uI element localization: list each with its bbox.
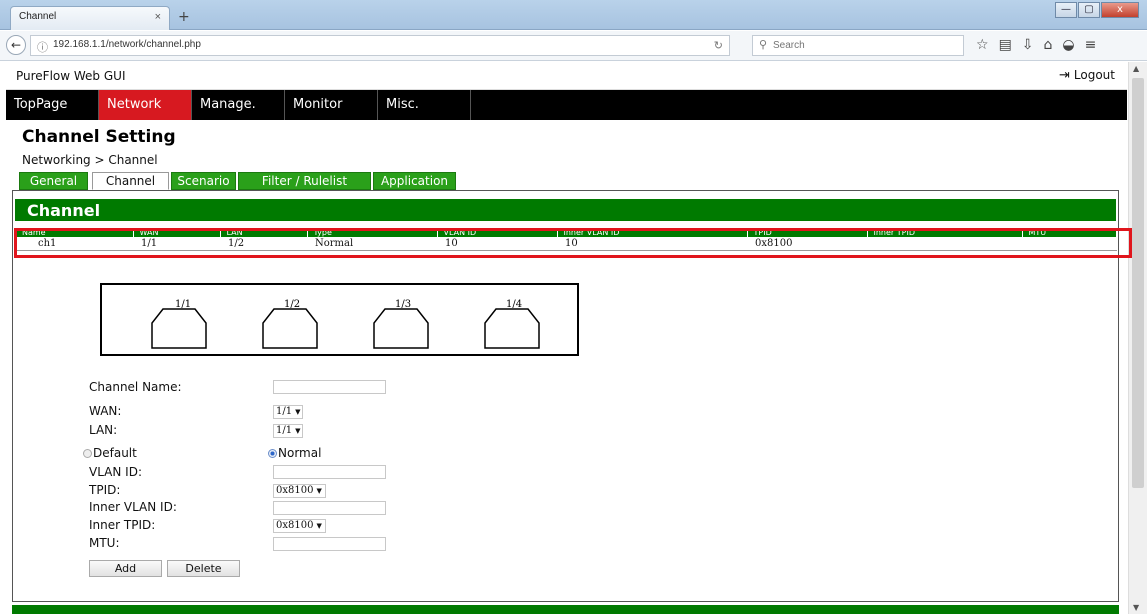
logout-label: Logout bbox=[1073, 68, 1115, 82]
type-default-label: Default bbox=[93, 446, 137, 460]
reading-list-icon[interactable]: ▤ bbox=[999, 37, 1012, 53]
breadcrumb: Networking > Channel bbox=[22, 153, 158, 167]
tab-scenario[interactable]: Scenario bbox=[171, 172, 236, 190]
port-1-1[interactable]: 1/1 bbox=[149, 299, 209, 351]
inner-tpid-label: Inner TPID: bbox=[89, 518, 156, 532]
browser-tab[interactable]: Channel × bbox=[10, 6, 170, 30]
page-title: Channel Setting bbox=[22, 127, 176, 147]
maximize-button[interactable]: ▢ bbox=[1078, 2, 1100, 18]
info-icon[interactable]: ⓘ bbox=[37, 39, 48, 55]
port-1-2[interactable]: 1/2 bbox=[260, 299, 320, 351]
chevron-down-icon: ▼ bbox=[316, 522, 322, 530]
home-icon[interactable]: ⌂ bbox=[1044, 37, 1053, 53]
vlan-id-input[interactable] bbox=[273, 465, 386, 479]
app-header: PureFlow Web GUI ⇥ Logout bbox=[6, 62, 1127, 90]
app-title: PureFlow Web GUI bbox=[16, 69, 126, 83]
tab-channel[interactable]: Channel bbox=[92, 172, 169, 190]
back-arrow-icon[interactable]: ← bbox=[6, 35, 26, 55]
logout-icon: ⇥ bbox=[1059, 68, 1070, 83]
reload-icon[interactable]: ↻ bbox=[714, 39, 723, 52]
chevron-down-icon: ▼ bbox=[295, 408, 301, 416]
panel-header: Channel bbox=[15, 199, 1116, 221]
next-panel-header bbox=[12, 605, 1119, 614]
scroll-thumb[interactable] bbox=[1132, 78, 1144, 488]
port-1-4[interactable]: 1/4 bbox=[482, 299, 542, 351]
radio-unchecked-icon bbox=[83, 449, 92, 458]
radio-checked-icon bbox=[268, 449, 277, 458]
channel-name-input[interactable] bbox=[273, 380, 386, 394]
wan-select[interactable]: 1/1 ▼ bbox=[273, 405, 303, 419]
type-normal-radio[interactable]: Normal bbox=[268, 446, 321, 460]
tpid-select[interactable]: 0x8100 ▼ bbox=[273, 484, 326, 498]
search-input[interactable] bbox=[773, 38, 953, 53]
chevron-down-icon: ▼ bbox=[316, 487, 322, 495]
download-icon[interactable]: ⇩ bbox=[1022, 37, 1034, 53]
browser-search-box[interactable]: ⚲ bbox=[752, 35, 964, 56]
menu-item-network[interactable]: Network bbox=[99, 90, 192, 120]
main-menu: TopPage Network Manage. Monitor Misc. bbox=[6, 90, 1127, 120]
type-default-radio[interactable]: Default bbox=[83, 446, 137, 460]
close-tab-icon[interactable]: × bbox=[155, 11, 161, 23]
pocket-icon[interactable]: ◒ bbox=[1062, 37, 1074, 53]
tab-application[interactable]: Application bbox=[373, 172, 456, 190]
type-normal-label: Normal bbox=[278, 446, 322, 460]
tpid-select-value: 0x8100 bbox=[276, 485, 314, 496]
channel-name-label: Channel Name: bbox=[89, 380, 182, 394]
menu-item-misc[interactable]: Misc. bbox=[378, 90, 471, 120]
search-icon: ⚲ bbox=[759, 38, 768, 51]
port-1-3[interactable]: 1/3 bbox=[371, 299, 431, 351]
menu-item-manage[interactable]: Manage. bbox=[192, 90, 285, 120]
bookmark-star-icon[interactable]: ☆ bbox=[976, 37, 989, 53]
chevron-down-icon: ▼ bbox=[295, 427, 301, 435]
delete-button[interactable]: Delete bbox=[167, 560, 240, 577]
port-label: 1/3 bbox=[395, 299, 412, 310]
scroll-down-icon[interactable]: ▼ bbox=[1133, 603, 1139, 612]
wan-label: WAN: bbox=[89, 404, 122, 418]
window-close-button[interactable]: x bbox=[1101, 2, 1139, 18]
menu-icon[interactable]: ≡ bbox=[1085, 37, 1097, 53]
browser-toolbar: ☆ ▤ ⇩ ⌂ ◒ ≡ bbox=[976, 37, 1096, 53]
add-button[interactable]: Add bbox=[89, 560, 162, 577]
inner-tpid-select-value: 0x8100 bbox=[276, 520, 314, 531]
inner-vlan-id-label: Inner VLAN ID: bbox=[89, 500, 177, 514]
menu-item-monitor[interactable]: Monitor bbox=[285, 90, 378, 120]
port-label: 1/4 bbox=[506, 299, 523, 310]
tab-general[interactable]: General bbox=[19, 172, 88, 190]
inner-vlan-id-input[interactable] bbox=[273, 501, 386, 515]
inner-tpid-select[interactable]: 0x8100 ▼ bbox=[273, 519, 326, 533]
new-tab-button[interactable]: + bbox=[178, 9, 190, 25]
address-bar[interactable]: ⓘ 192.168.1.1/network/channel.php ↻ bbox=[30, 35, 730, 56]
port-diagram: 1/1 1/2 1/3 1/4 bbox=[100, 283, 579, 356]
port-label: 1/1 bbox=[175, 299, 192, 310]
scroll-up-icon[interactable]: ▲ bbox=[1133, 64, 1139, 73]
window-controls: — ▢ x bbox=[1054, 2, 1139, 18]
port-label: 1/2 bbox=[284, 299, 301, 310]
tpid-label: TPID: bbox=[89, 483, 121, 497]
vlan-id-label: VLAN ID: bbox=[89, 465, 142, 479]
wan-select-value: 1/1 bbox=[276, 406, 293, 417]
browser-tab-title: Channel bbox=[19, 11, 57, 22]
minimize-button[interactable]: — bbox=[1055, 2, 1077, 18]
row-highlight-box bbox=[14, 228, 1132, 258]
browser-nav-bar: ← ⓘ 192.168.1.1/network/channel.php ↻ ⚲ … bbox=[0, 31, 1147, 61]
panel-title: Channel bbox=[27, 201, 101, 220]
url-text: 192.168.1.1/network/channel.php bbox=[53, 39, 201, 50]
mtu-label: MTU: bbox=[89, 536, 120, 550]
page-scrollbar[interactable]: ▲ ▼ bbox=[1128, 62, 1147, 614]
browser-tab-bar: Channel × + — ▢ x bbox=[0, 0, 1147, 30]
mtu-input[interactable] bbox=[273, 537, 386, 551]
menu-item-toppage[interactable]: TopPage bbox=[6, 90, 99, 120]
lan-select[interactable]: 1/1 ▼ bbox=[273, 424, 303, 438]
lan-label: LAN: bbox=[89, 423, 118, 437]
lan-select-value: 1/1 bbox=[276, 425, 293, 436]
tab-filter-rulelist[interactable]: Filter / Rulelist bbox=[238, 172, 371, 190]
logout-button[interactable]: ⇥ Logout bbox=[1059, 68, 1115, 83]
